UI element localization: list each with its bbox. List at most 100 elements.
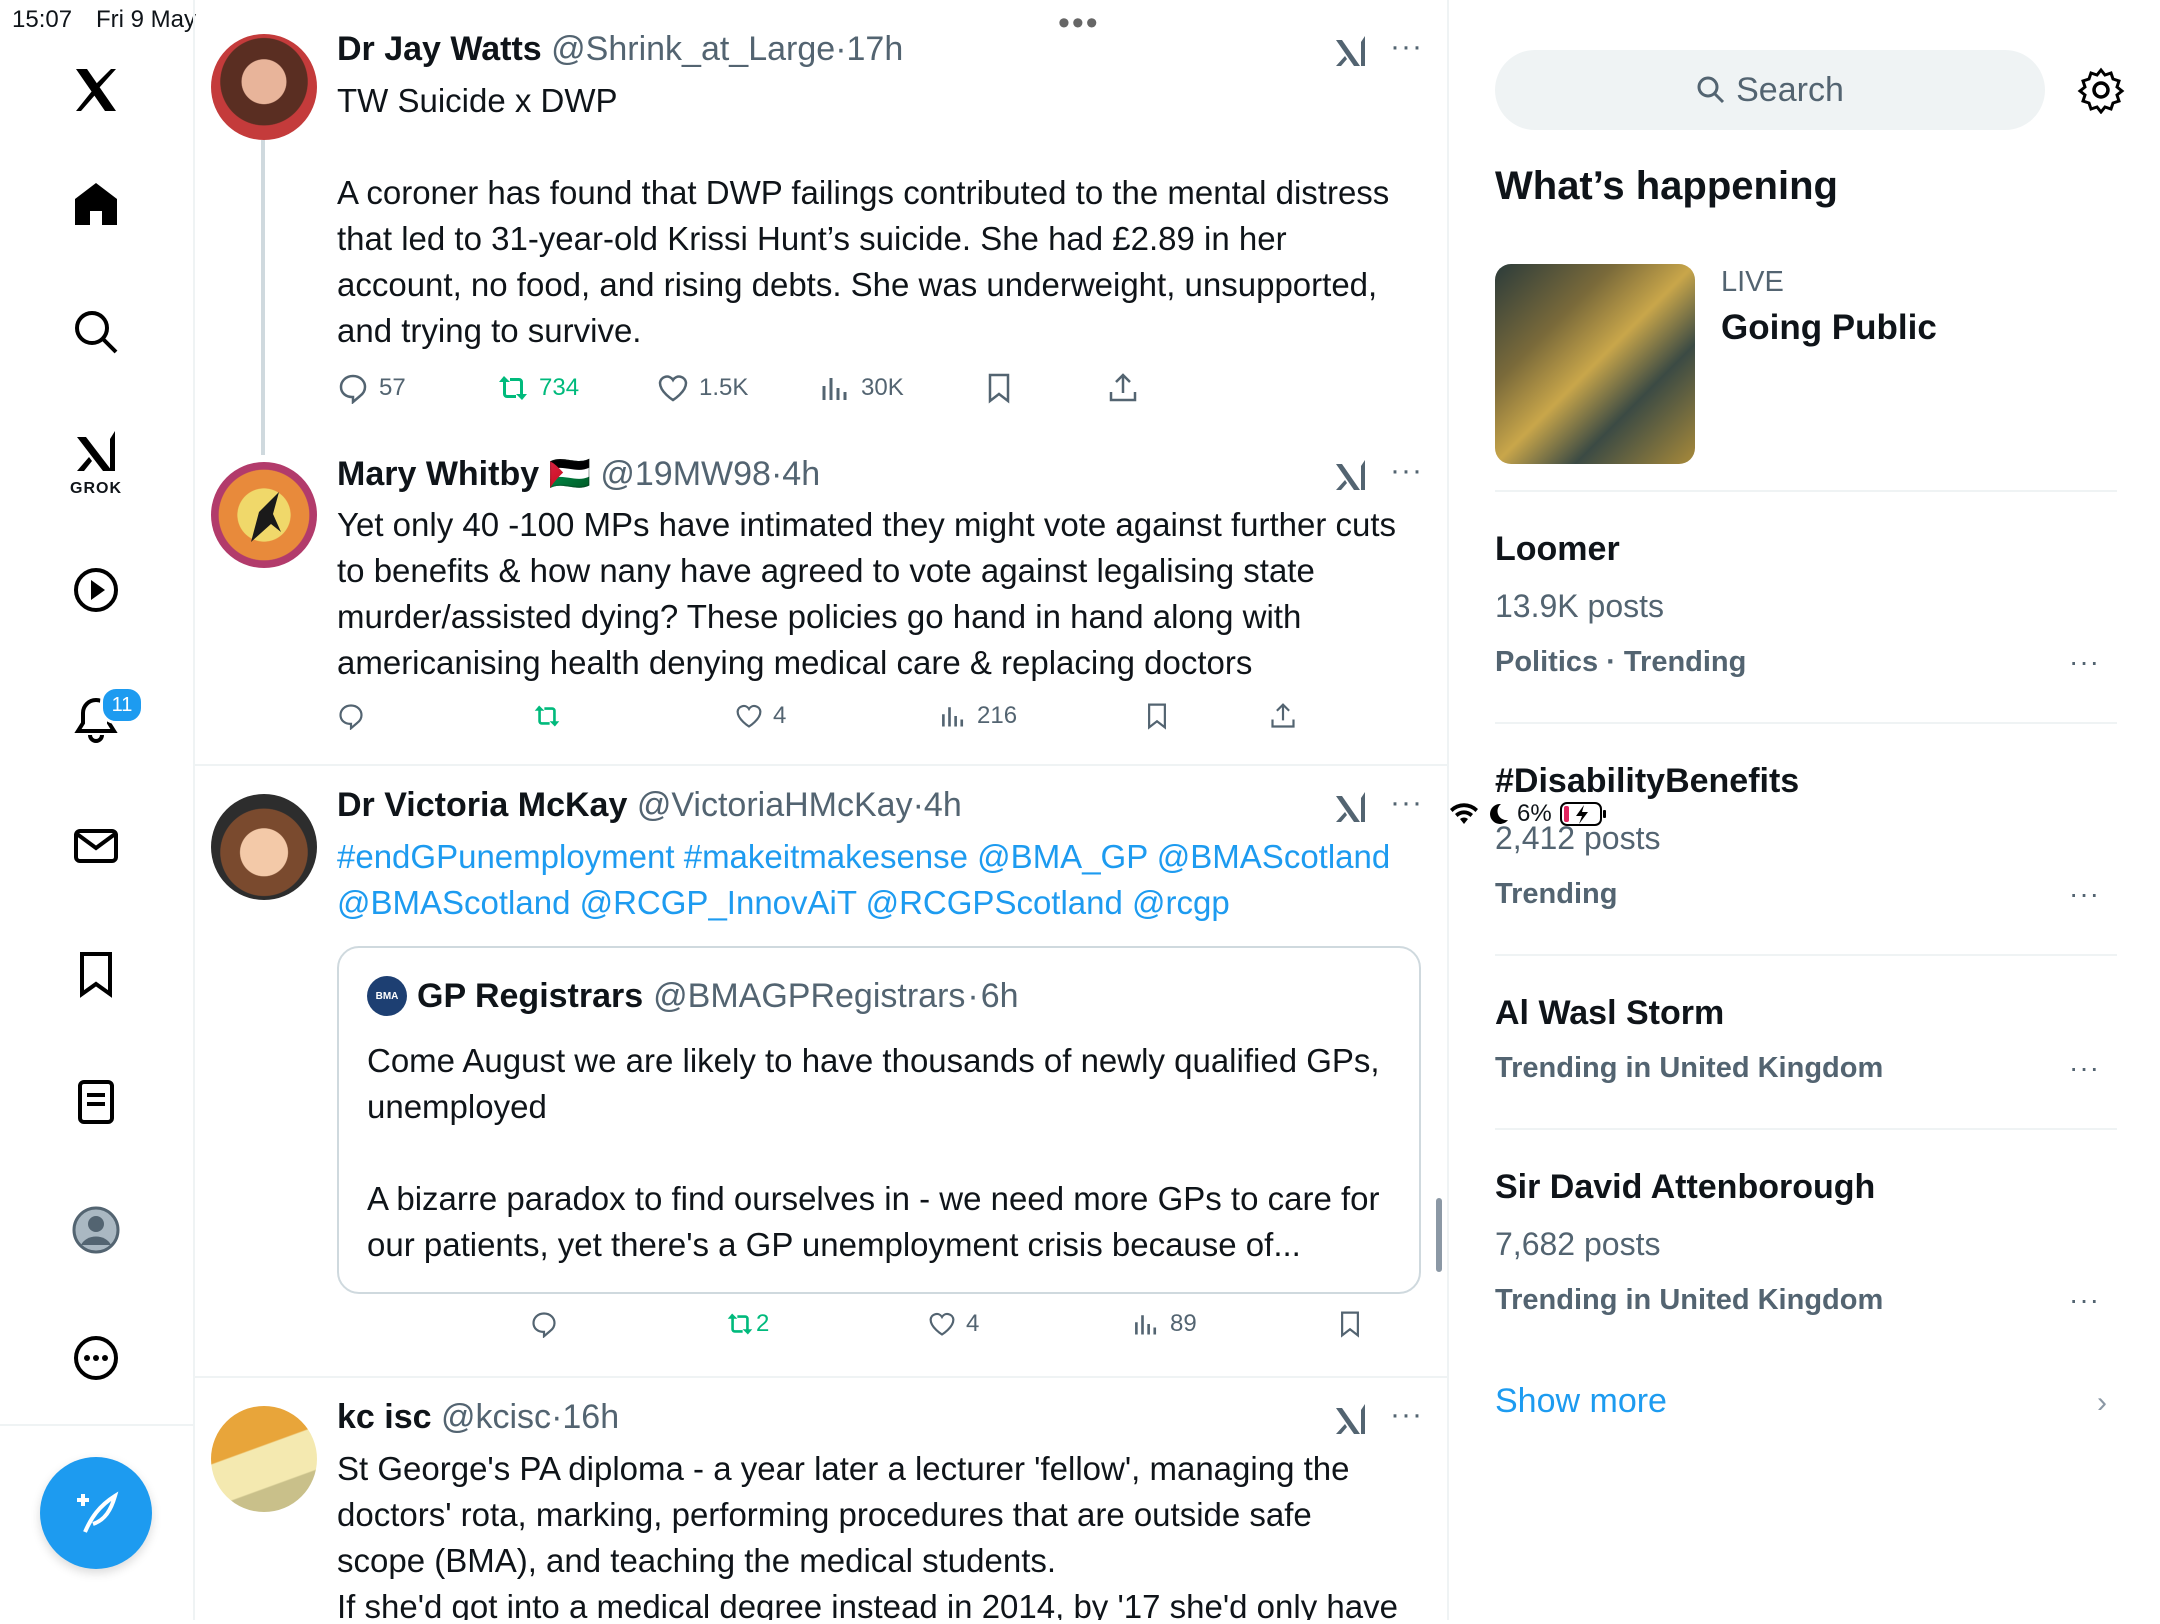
trend-divider bbox=[1495, 954, 2117, 956]
reply-button[interactable]: 57 bbox=[337, 372, 406, 404]
reply-button[interactable] bbox=[337, 702, 365, 730]
profile-avatar-icon[interactable] bbox=[62, 1196, 130, 1264]
tweet-mentions-line-2[interactable]: @BMAScotland @RCGP_InnovAiT @RCGPScotlan… bbox=[337, 880, 1407, 926]
repost-button[interactable]: 2 bbox=[726, 1310, 769, 1338]
trend-title[interactable]: Al Wasl Storm bbox=[1495, 994, 1724, 1033]
like-count: 4 bbox=[773, 702, 787, 729]
bookmark-button[interactable] bbox=[983, 372, 1015, 404]
author-avatar[interactable] bbox=[211, 34, 317, 140]
tweet-time[interactable]: 4h bbox=[782, 455, 820, 493]
quoted-tweet-card[interactable]: BMA GP Registrars @BMAGPRegistrars · 6h Co… bbox=[337, 946, 1421, 1294]
trend-title[interactable]: Loomer bbox=[1495, 530, 1620, 569]
grok-icon[interactable] bbox=[62, 420, 130, 488]
live-event-title[interactable]: Going Public bbox=[1721, 308, 1937, 348]
bookmarks-icon[interactable] bbox=[62, 940, 130, 1008]
quoted-tweet-header: BMA GP Registrars @BMAGPRegistrars · 6h bbox=[367, 976, 1019, 1016]
trend-title[interactable]: #DisabilityBenefits bbox=[1495, 762, 1799, 801]
like-count: 1.5K bbox=[699, 374, 749, 401]
home-icon[interactable] bbox=[62, 170, 130, 238]
grok-explain-icon[interactable] bbox=[1333, 458, 1369, 494]
views-count: 216 bbox=[977, 702, 1018, 729]
author-handle[interactable]: @kcisc bbox=[441, 1398, 551, 1436]
trend-more-icon[interactable]: ··· bbox=[2069, 878, 2100, 910]
tweet-more-icon[interactable]: ··· bbox=[1390, 454, 1423, 488]
quoted-author-handle[interactable]: @BMAGPRegistrars bbox=[653, 977, 965, 1016]
tweet-hashtags-line-1[interactable]: #endGPunemployment #makeitmakesense @BMA… bbox=[337, 834, 1407, 880]
author-avatar[interactable] bbox=[211, 1406, 317, 1512]
tweet-more-icon[interactable]: ··· bbox=[1390, 30, 1423, 64]
views-button[interactable]: 216 bbox=[939, 702, 1017, 730]
author-handle[interactable]: @19MW98 bbox=[600, 455, 771, 493]
bma-logo[interactable]: BMA bbox=[367, 976, 407, 1016]
bookmark-button[interactable] bbox=[1336, 1310, 1364, 1338]
search-icon bbox=[1697, 76, 1725, 104]
compose-post-button[interactable] bbox=[40, 1457, 152, 1569]
video-icon[interactable] bbox=[62, 556, 130, 624]
trend-divider bbox=[1495, 1128, 2117, 1130]
dot-separator: · bbox=[835, 30, 847, 68]
trend-title[interactable]: Sir David Attenborough bbox=[1495, 1168, 1875, 1207]
x-logo-icon[interactable] bbox=[62, 56, 130, 124]
messages-envelope-icon[interactable] bbox=[62, 812, 130, 880]
trend-more-icon[interactable]: ··· bbox=[2069, 1284, 2100, 1316]
trend-post-count: 7,682 posts bbox=[1495, 1226, 1661, 1262]
tweet[interactable]: Dr Jay Watts @Shrink_at_Large·17h ··· TW… bbox=[193, 0, 1447, 455]
search-nav-icon[interactable] bbox=[62, 298, 130, 366]
tweet-time[interactable]: 16h bbox=[562, 1398, 619, 1436]
right-sidebar: Search What’s happening LIVE Going Publi… bbox=[1449, 0, 2160, 1620]
author-avatar[interactable] bbox=[211, 462, 317, 568]
live-event-thumbnail[interactable] bbox=[1495, 264, 1695, 464]
repost-icon bbox=[727, 1313, 753, 1335]
repost-button[interactable]: 734 bbox=[497, 372, 579, 404]
show-more-link[interactable]: Show more bbox=[1495, 1382, 1667, 1421]
tweet-more-icon[interactable]: ··· bbox=[1390, 786, 1423, 820]
dot-separator: · bbox=[912, 786, 924, 824]
quoted-author-name[interactable]: GP Registrars bbox=[417, 977, 643, 1016]
chevron-right-icon[interactable]: › bbox=[2097, 1386, 2107, 1420]
author-avatar[interactable] bbox=[211, 794, 317, 900]
tweet[interactable]: kc isc @kcisc·16h ··· St George's PA dip… bbox=[193, 1378, 1447, 1620]
more-options-icon[interactable] bbox=[62, 1324, 130, 1392]
share-button[interactable] bbox=[1107, 372, 1139, 404]
trend-more-icon[interactable]: ··· bbox=[2069, 1052, 2100, 1084]
like-button[interactable]: 1.5K bbox=[657, 372, 748, 404]
like-button[interactable]: 4 bbox=[928, 1310, 979, 1338]
grok-explain-icon[interactable] bbox=[1333, 1402, 1369, 1438]
reply-button[interactable] bbox=[530, 1310, 558, 1338]
grok-explain-icon[interactable] bbox=[1333, 34, 1369, 70]
author-name[interactable]: kc isc bbox=[337, 1398, 432, 1436]
gear-icon[interactable] bbox=[2077, 66, 2125, 114]
trend-divider bbox=[1495, 490, 2117, 492]
search-placeholder: Search bbox=[1736, 70, 1844, 109]
views-count: 89 bbox=[1170, 1310, 1197, 1337]
views-button[interactable]: 30K bbox=[819, 372, 904, 404]
trend-more-icon[interactable]: ··· bbox=[2069, 646, 2100, 678]
bookmark-button[interactable] bbox=[1143, 702, 1171, 730]
search-box[interactable]: Search bbox=[1495, 50, 2045, 130]
tweet[interactable]: Mary Whitby 🇵🇸 @19MW98·4h ··· Yet only 4… bbox=[193, 430, 1447, 764]
tweet-time[interactable]: 17h bbox=[847, 30, 904, 68]
feed-scrollbar[interactable] bbox=[1436, 1198, 1442, 1272]
tweet-time[interactable]: 4h bbox=[924, 786, 962, 824]
author-name[interactable]: Dr Victoria McKay bbox=[337, 786, 627, 824]
heart-icon bbox=[736, 704, 762, 728]
dot-separator: · bbox=[967, 976, 979, 1015]
author-name[interactable]: Mary Whitby bbox=[337, 455, 539, 493]
author-handle[interactable]: @VictoriaHMcKay bbox=[637, 786, 913, 824]
share-button[interactable] bbox=[1269, 702, 1297, 730]
author-handle[interactable]: @Shrink_at_Large bbox=[551, 30, 835, 68]
like-button[interactable]: 4 bbox=[735, 702, 786, 730]
tweet-text: TW Suicide x DWP A coroner has found tha… bbox=[337, 82, 1390, 349]
lists-icon[interactable] bbox=[62, 1068, 130, 1136]
tweet-actions: 2 4 89 bbox=[530, 1310, 1447, 1350]
repost-button[interactable] bbox=[533, 702, 561, 730]
whats-happening-heading: What’s happening bbox=[1495, 164, 1838, 208]
tweet-more-icon[interactable]: ··· bbox=[1390, 1398, 1423, 1432]
tweet-header: kc isc @kcisc·16h bbox=[337, 1398, 619, 1437]
grok-explain-icon[interactable] bbox=[1333, 790, 1369, 826]
timeline-feed[interactable]: Dr Jay Watts @Shrink_at_Large·17h ··· TW… bbox=[193, 0, 1449, 1620]
views-chart-icon bbox=[1135, 1315, 1157, 1335]
tweet-header: Dr Victoria McKay @VictoriaHMcKay·4h bbox=[337, 786, 962, 825]
views-button[interactable]: 89 bbox=[1132, 1310, 1197, 1338]
author-name[interactable]: Dr Jay Watts bbox=[337, 30, 542, 68]
